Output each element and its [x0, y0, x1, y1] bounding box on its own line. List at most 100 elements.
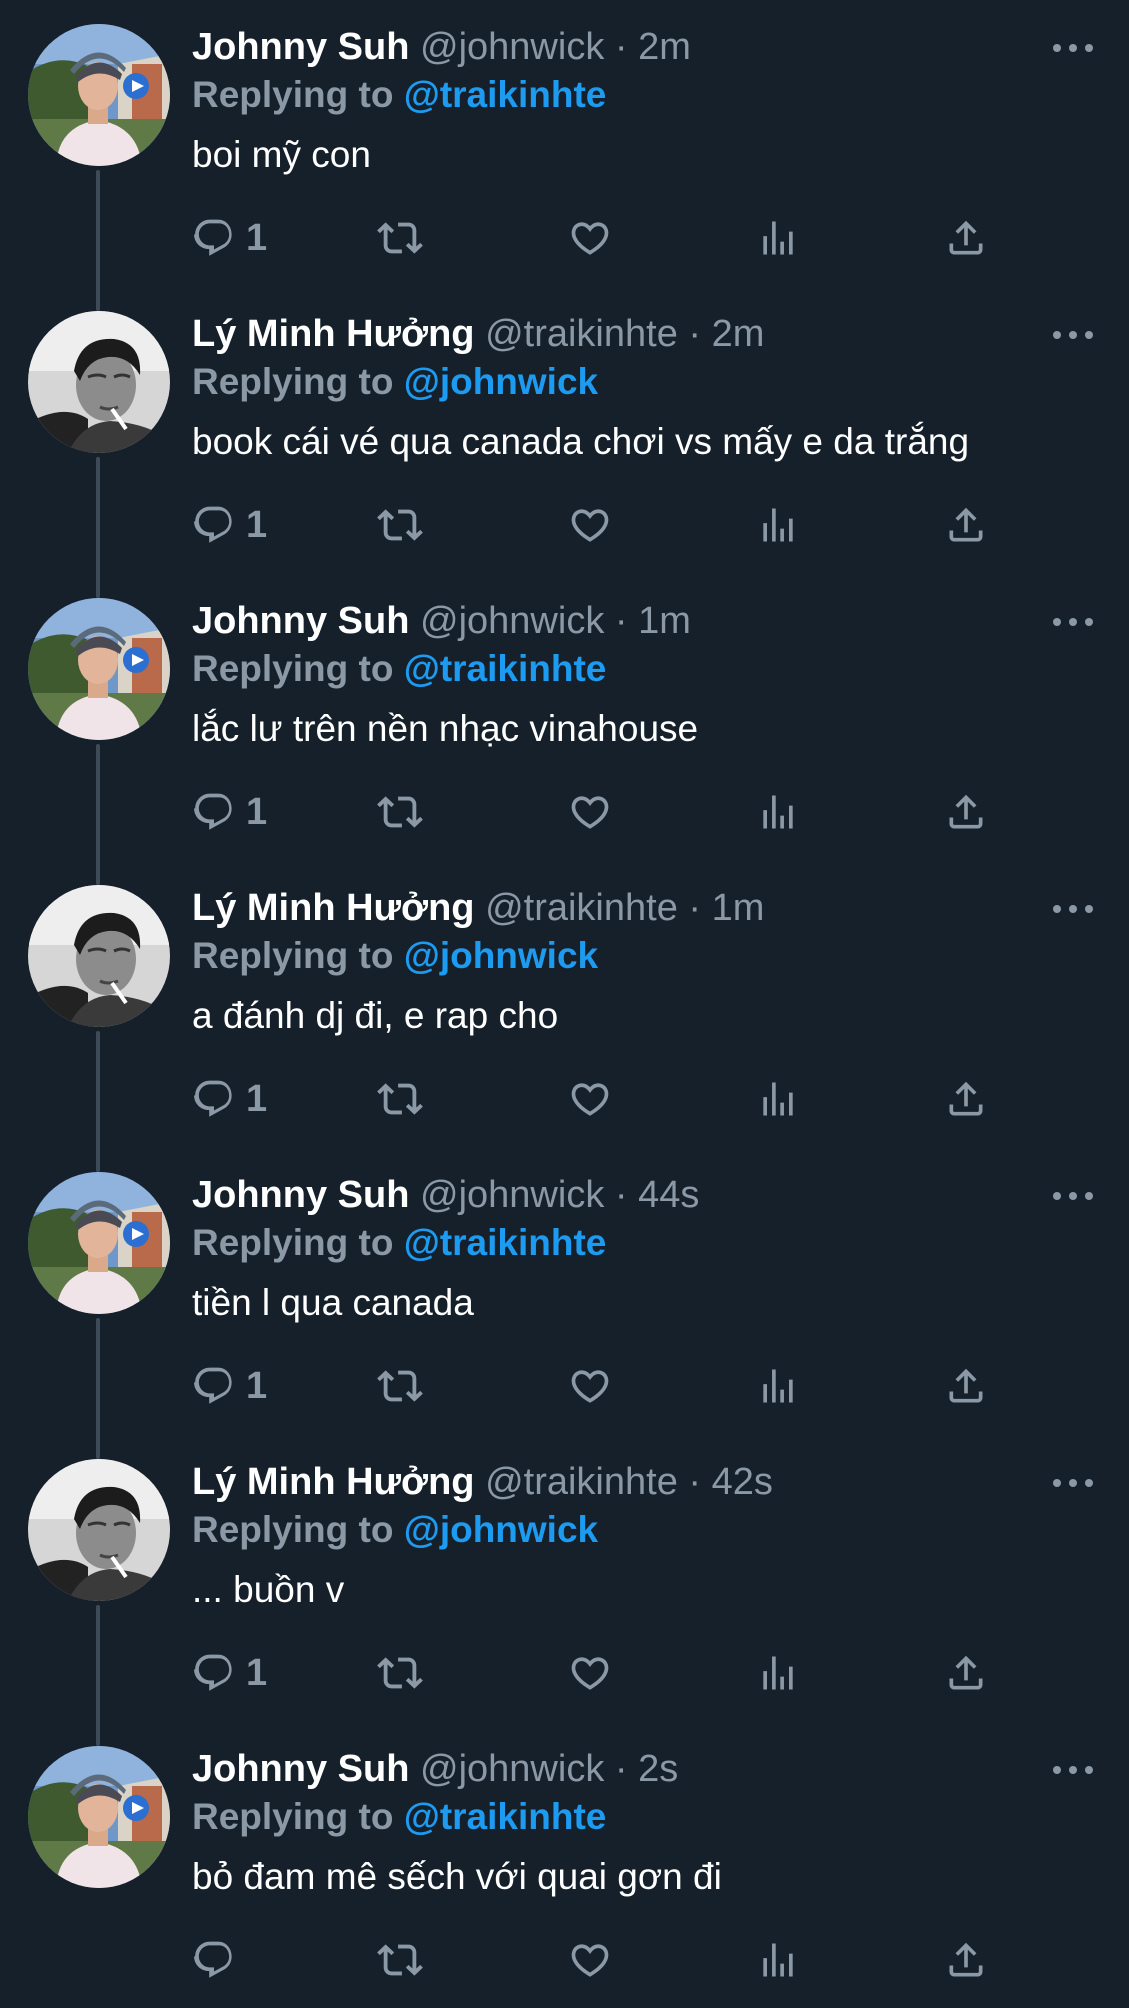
author-handle[interactable]: @traikinhte — [485, 313, 678, 355]
author-name[interactable]: Lý Minh Hưởng — [192, 1461, 475, 1503]
avatar[interactable] — [28, 1459, 170, 1601]
separator-dot: · — [614, 26, 628, 68]
analytics-button[interactable] — [756, 1358, 800, 1414]
more-icon — [1053, 331, 1061, 339]
author-name[interactable]: Johnny Suh — [192, 26, 409, 68]
analytics-button[interactable] — [756, 210, 800, 266]
author-handle[interactable]: @traikinhte — [485, 887, 678, 929]
analytics-button[interactable] — [756, 1932, 800, 1988]
tweet[interactable]: Johnny Suh @johnwick · 44s Replying to @… — [0, 1148, 1129, 1459]
like-button[interactable] — [568, 1358, 612, 1414]
more-options-button[interactable] — [1053, 317, 1093, 353]
avatar[interactable] — [28, 24, 170, 166]
tweet-time[interactable]: 44s — [638, 1174, 699, 1216]
share-button[interactable] — [944, 1932, 988, 1988]
like-button[interactable] — [568, 210, 612, 266]
author-handle[interactable]: @traikinhte — [485, 1461, 678, 1503]
tweet-header: Johnny Suh @johnwick · 2s — [192, 1744, 1029, 1794]
retweet-button[interactable] — [377, 1932, 423, 1988]
like-button[interactable] — [568, 1071, 612, 1127]
replying-to-mention[interactable]: @traikinhte — [404, 74, 607, 115]
share-button[interactable] — [944, 1071, 988, 1127]
reply-count: 1 — [246, 503, 268, 546]
reply-button[interactable]: 1 — [192, 784, 267, 840]
tweet-time[interactable]: 2m — [638, 26, 691, 68]
share-button[interactable] — [944, 784, 988, 840]
avatar[interactable] — [28, 1746, 170, 1888]
analytics-button[interactable] — [756, 1645, 800, 1701]
tweet-time[interactable]: 42s — [712, 1461, 773, 1503]
author-handle[interactable]: @johnwick — [420, 600, 604, 642]
author-handle[interactable]: @johnwick — [420, 1174, 604, 1216]
replying-to-mention[interactable]: @johnwick — [404, 1509, 598, 1550]
replying-to-line: Replying to @johnwick — [192, 1505, 598, 1555]
analytics-icon — [763, 795, 793, 829]
share-button[interactable] — [944, 210, 988, 266]
avatar[interactable] — [28, 885, 170, 1027]
like-button[interactable] — [568, 497, 612, 553]
retweet-button[interactable] — [377, 497, 423, 553]
tweet[interactable]: Johnny Suh @johnwick · 2s Replying to @t… — [0, 1722, 1129, 2008]
retweet-button[interactable] — [377, 1071, 423, 1127]
tweet-actions: 1 — [192, 1071, 992, 1127]
share-button[interactable] — [944, 497, 988, 553]
share-button[interactable] — [944, 1645, 988, 1701]
reply-button[interactable] — [192, 1932, 246, 1988]
more-options-button[interactable] — [1053, 1752, 1093, 1788]
tweet-time[interactable]: 1m — [712, 887, 765, 929]
analytics-button[interactable] — [756, 784, 800, 840]
replying-to-mention[interactable]: @traikinhte — [404, 648, 607, 689]
author-name[interactable]: Lý Minh Hưởng — [192, 887, 475, 929]
tweet-time[interactable]: 2m — [712, 313, 765, 355]
tweet[interactable]: Lý Minh Hưởng @traikinhte · 2m Replying … — [0, 287, 1129, 598]
avatar[interactable] — [28, 1172, 170, 1314]
tweet-time[interactable]: 1m — [638, 600, 691, 642]
share-icon — [949, 1368, 983, 1403]
author-name[interactable]: Johnny Suh — [192, 600, 409, 642]
author-handle[interactable]: @johnwick — [420, 1748, 604, 1790]
author-handle[interactable]: @johnwick — [420, 26, 604, 68]
replying-to-mention[interactable]: @traikinhte — [404, 1222, 607, 1263]
replying-to-mention[interactable]: @johnwick — [404, 361, 598, 402]
reply-button[interactable]: 1 — [192, 1071, 267, 1127]
share-icon — [949, 1081, 983, 1116]
more-options-button[interactable] — [1053, 1465, 1093, 1501]
tweet[interactable]: Johnny Suh @johnwick · 1m Replying to @t… — [0, 574, 1129, 885]
more-icon — [1053, 618, 1061, 626]
author-name[interactable]: Johnny Suh — [192, 1174, 409, 1216]
more-icon — [1069, 1479, 1077, 1487]
reply-button[interactable]: 1 — [192, 1645, 267, 1701]
analytics-button[interactable] — [756, 497, 800, 553]
share-icon — [949, 1942, 983, 1977]
reply-button[interactable]: 1 — [192, 1358, 267, 1414]
retweet-button[interactable] — [377, 210, 423, 266]
tweet[interactable]: Lý Minh Hưởng @traikinhte · 1m Replying … — [0, 861, 1129, 1172]
like-button[interactable] — [568, 1932, 612, 1988]
share-button[interactable] — [944, 1358, 988, 1414]
retweet-button[interactable] — [377, 784, 423, 840]
tweet-time[interactable]: 2s — [638, 1748, 678, 1790]
reply-button[interactable]: 1 — [192, 497, 267, 553]
tweet-header: Johnny Suh @johnwick · 1m — [192, 596, 1029, 646]
tweet[interactable]: Lý Minh Hưởng @traikinhte · 42s Replying… — [0, 1435, 1129, 1746]
tweet[interactable]: Johnny Suh @johnwick · 2m Replying to @t… — [0, 0, 1129, 311]
replying-to-mention[interactable]: @traikinhte — [404, 1796, 607, 1837]
analytics-button[interactable] — [756, 1071, 800, 1127]
avatar[interactable] — [28, 311, 170, 453]
author-name[interactable]: Johnny Suh — [192, 1748, 409, 1790]
avatar-image — [28, 885, 170, 1027]
retweet-button[interactable] — [377, 1358, 423, 1414]
avatar[interactable] — [28, 598, 170, 740]
more-options-button[interactable] — [1053, 30, 1093, 66]
replying-to-mention[interactable]: @johnwick — [404, 935, 598, 976]
retweet-button[interactable] — [377, 1645, 423, 1701]
author-name[interactable]: Lý Minh Hưởng — [192, 313, 475, 355]
more-options-button[interactable] — [1053, 1178, 1093, 1214]
reply-button[interactable]: 1 — [192, 210, 267, 266]
more-options-button[interactable] — [1053, 891, 1093, 927]
more-options-button[interactable] — [1053, 604, 1093, 640]
tweet-text: book cái vé qua canada chơi vs mấy e da … — [192, 421, 970, 462]
like-button[interactable] — [568, 784, 612, 840]
replying-to-line: Replying to @johnwick — [192, 931, 598, 981]
like-button[interactable] — [568, 1645, 612, 1701]
